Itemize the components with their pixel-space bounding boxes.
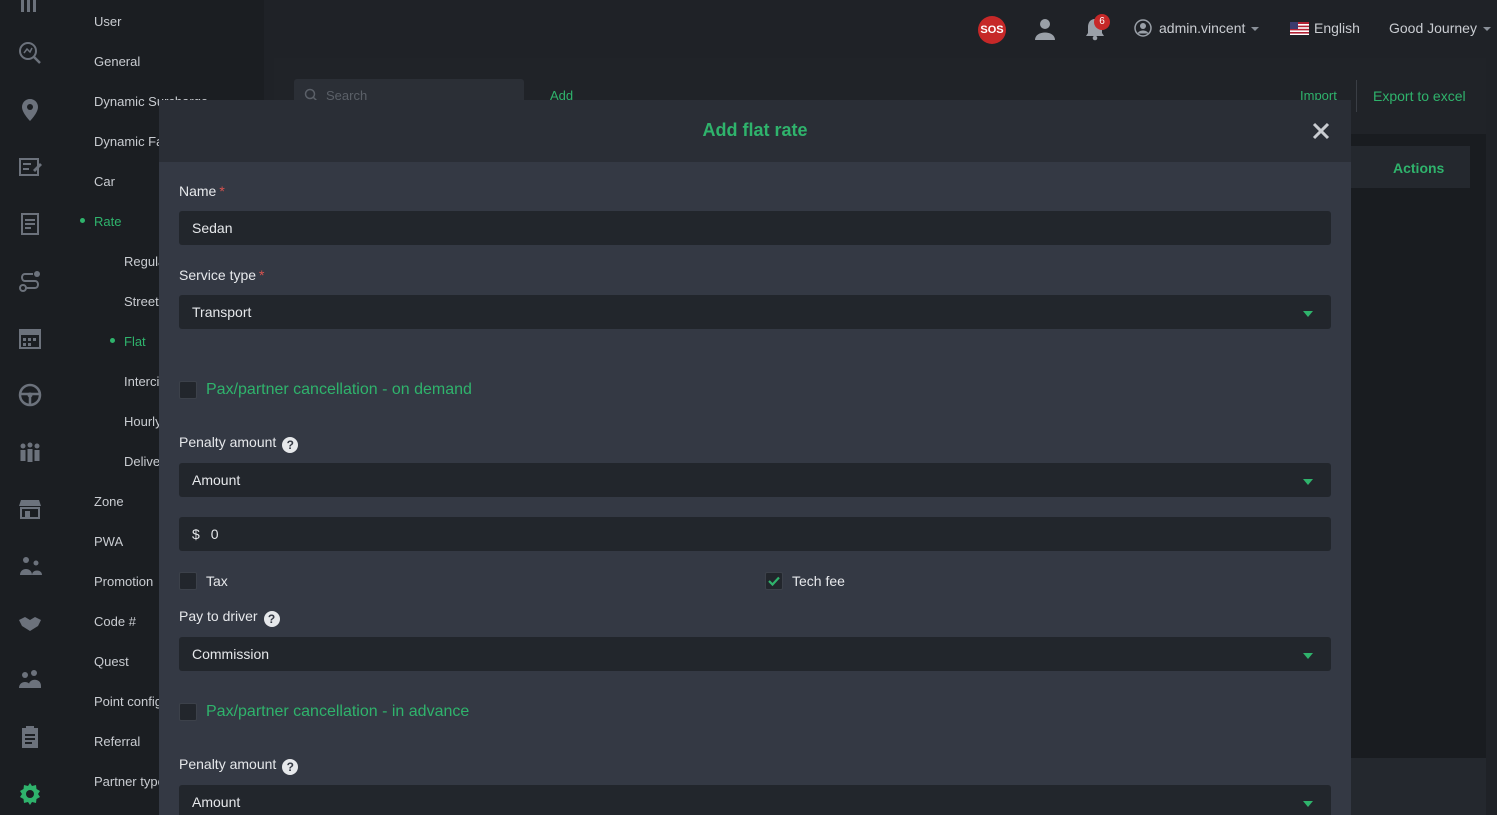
chevron-down-icon [1303,801,1313,807]
in-advance-label[interactable]: Pax/partner cancellation - in advance [206,703,469,721]
user-menu[interactable]: admin.vincent [1159,20,1260,36]
submenu-item-pwa[interactable]: PWA [94,534,123,549]
submenu-item-user[interactable]: User [94,14,121,29]
chevron-down-icon [1251,27,1260,32]
required-mark: * [219,183,225,199]
tech-fee-checkbox[interactable] [765,572,783,590]
penalty-amount-value: 0 [210,526,219,542]
store-icon[interactable] [15,494,45,524]
bars-chart-icon[interactable] [15,0,45,18]
currency-prefix: $ [192,526,200,542]
calendar-icon[interactable] [15,323,45,353]
service-type-label-text: Service type [179,267,257,283]
penalty-type-value: Amount [192,472,241,488]
map-pin-icon[interactable] [15,95,45,125]
company-selector[interactable]: Good Journey [1389,20,1491,36]
username: admin.vincent [1159,20,1246,36]
export-excel-button[interactable]: Export to excel [1373,88,1466,104]
icon-rail [0,0,60,815]
pay-to-driver-select[interactable]: Commission [179,637,1331,671]
submenu-item-general[interactable]: General [94,54,140,69]
submenu-item-promotion[interactable]: Promotion [94,574,153,589]
checkmark-icon [768,576,780,587]
penalty-type-select[interactable]: Amount [179,785,1331,815]
chevron-down-icon [1303,653,1313,659]
submenu-item-point-config[interactable]: Point config [94,694,162,709]
top-header: SOS 6 admin.vincent English Good Journey [264,0,1497,58]
us-flag-icon [1290,22,1309,35]
penalty-amount-label: Penalty amount? [179,756,299,775]
penalty-amount-label: Penalty amount? [179,434,299,453]
chevron-down-icon [1303,479,1313,485]
name-label-text: Name [179,183,217,199]
submenu-item-partner-type[interactable]: Partner type [94,774,165,789]
submenu-item-zone[interactable]: Zone [94,494,124,509]
chevron-down-icon [1303,311,1313,317]
steering-wheel-icon[interactable] [15,380,45,410]
analytics-icon[interactable] [15,38,45,68]
service-type-select[interactable]: Transport [179,295,1331,329]
language-selector[interactable]: English [1314,20,1360,36]
on-demand-checkbox[interactable] [179,381,197,399]
sos-button[interactable]: SOS [978,16,1006,44]
team-icon[interactable] [15,551,45,581]
company-name: Good Journey [1389,20,1477,36]
penalty-amount-label-text: Penalty amount [179,756,277,772]
pay-to-driver-value: Commission [192,646,270,662]
table-footer [1350,758,1486,815]
modal-title: Add flat rate [702,120,808,140]
name-input[interactable]: Sedan [179,211,1331,245]
people-group-icon[interactable] [15,437,45,467]
penalty-amount-input[interactable]: $0 [179,517,1331,551]
user-circle-icon [1134,19,1152,42]
close-icon[interactable] [1309,119,1333,143]
submenu-item-code[interactable]: Code # [94,614,136,629]
service-type-label: Service type * [179,267,265,283]
handshake-icon[interactable] [15,608,45,638]
profile-icon[interactable] [1033,17,1057,46]
notification-badge: 6 [1094,14,1110,30]
chevron-down-icon [1482,27,1491,32]
help-icon[interactable]: ? [263,611,280,627]
toolbar-divider [1356,80,1357,112]
on-demand-label[interactable]: Pax/partner cancellation - on demand [206,381,472,399]
clipboard-icon[interactable] [15,722,45,752]
submenu-item-flat[interactable]: Flat [124,334,146,349]
booking-edit-icon[interactable] [15,152,45,182]
tax-checkbox[interactable] [179,572,197,590]
penalty-type-select[interactable]: Amount [179,463,1331,497]
submenu-item-street[interactable]: Street [124,294,159,309]
submenu-item-hourly[interactable]: Hourly [124,414,162,429]
actions-column-header: Actions [1393,160,1445,176]
penalty-type-value: Amount [192,794,241,810]
active-dot [110,338,115,343]
customer-group-icon[interactable] [15,665,45,695]
penalty-amount-label-text: Penalty amount [179,434,277,450]
tax-label[interactable]: Tax [206,573,228,589]
required-mark: * [259,267,265,283]
help-icon[interactable]: ? [282,437,299,453]
active-dot [80,218,85,223]
route-icon[interactable] [15,266,45,296]
submenu-item-rate[interactable]: Rate [94,214,121,229]
report-list-icon[interactable] [15,209,45,239]
submenu-item-referral[interactable]: Referral [94,734,140,749]
modal-header: Add flat rate [159,100,1351,162]
submenu-item-quest[interactable]: Quest [94,654,129,669]
in-advance-checkbox[interactable] [179,703,197,721]
help-icon[interactable]: ? [282,759,299,775]
name-label: Name * [179,183,225,199]
tech-fee-label[interactable]: Tech fee [792,573,845,589]
submenu-item-car[interactable]: Car [94,174,115,189]
pay-to-driver-label-text: Pay to driver [179,608,258,624]
add-flat-rate-modal: Add flat rate Name * Sedan Service type * … [159,100,1351,815]
pay-to-driver-label: Pay to driver? [179,608,280,627]
service-type-value: Transport [192,304,252,320]
settings-gear-icon[interactable] [15,779,45,809]
